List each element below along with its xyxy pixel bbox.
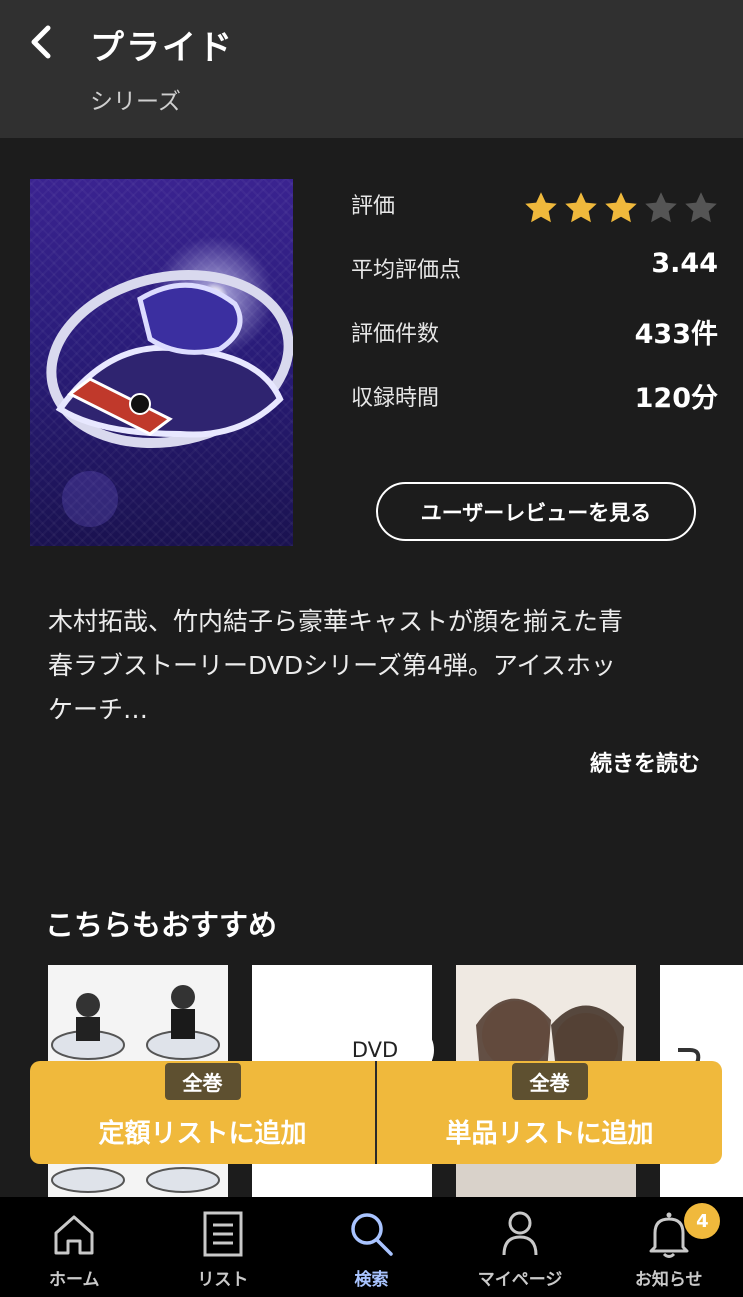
star-filled-icon [525, 192, 557, 223]
add-to-list-bar: 全巻 定額リストに追加 全巻 単品リストに追加 [30, 1061, 722, 1164]
read-more-link[interactable]: 続きを読む [590, 746, 700, 778]
description-line: 木村拓哉、竹内結子ら豪華キャストが顔を揃えた青 [48, 607, 624, 636]
hockey-logo-artwork [46, 270, 293, 527]
back-button[interactable] [22, 22, 62, 62]
duration-value: 120分 [634, 383, 718, 414]
description-line: ケーチ… [48, 695, 149, 724]
page-title: プライド [90, 28, 234, 68]
add-subscription-list-button[interactable]: 全巻 定額リストに追加 [30, 1061, 375, 1164]
star-filled-icon [565, 192, 597, 223]
star-empty-icon [685, 192, 717, 223]
average-score-label: 平均評価点 [351, 258, 462, 283]
poster-image [30, 179, 293, 546]
description-line: 春ラブストーリーDVDシリーズ第4弾。アイスホッ [48, 651, 616, 680]
all-volumes-badge: 全巻 [164, 1063, 241, 1100]
rating-label: 評価 [351, 194, 396, 219]
home-icon [54, 1215, 94, 1255]
add-single-list-label: 単品リストに追加 [445, 1119, 654, 1149]
rating-count-label: 評価件数 [351, 322, 440, 347]
add-single-list-button[interactable]: 全巻 単品リストに追加 [375, 1061, 722, 1164]
nav-label-search: 検索 [354, 1270, 389, 1290]
search-icon [351, 1213, 394, 1256]
notification-count-badge: 4 [684, 1203, 721, 1239]
user-icon [502, 1211, 538, 1256]
page-subtitle: シリーズ [90, 89, 181, 115]
rating-count-value: 433件 [634, 319, 718, 350]
nav-label-home: ホーム [49, 1270, 100, 1290]
nav-label-notifications: お知らせ [634, 1270, 703, 1290]
nav-item-home[interactable]: ホーム [0, 1197, 149, 1297]
bottom-navigation: ホーム リスト 検索 マイページ お知らせ 4 [0, 1197, 743, 1297]
average-score-value: 3.44 [651, 248, 718, 279]
all-volumes-badge: 全巻 [511, 1063, 588, 1100]
nav-item-search[interactable]: 検索 [297, 1197, 446, 1297]
chevron-left-icon [31, 25, 51, 59]
add-subscription-list-label: 定額リストに追加 [98, 1119, 307, 1149]
nav-item-notifications[interactable]: お知らせ 4 [594, 1197, 743, 1297]
nav-label-list: リスト [197, 1270, 249, 1290]
star-rating [523, 190, 719, 226]
recommend-heading: こちらもおすすめ [45, 908, 278, 942]
star-empty-icon [645, 192, 677, 223]
header-bar: プライド シリーズ [0, 0, 743, 138]
star-filled-icon [605, 192, 637, 223]
nav-item-list[interactable]: リスト [149, 1197, 298, 1297]
nav-item-mypage[interactable]: マイページ [446, 1197, 595, 1297]
description-text: 木村拓哉、竹内結子ら豪華キャストが顔を揃えた青 春ラブストーリーDVDシリーズ第… [48, 600, 703, 732]
duration-label: 収録時間 [351, 386, 440, 411]
nav-label-mypage: マイページ [477, 1270, 563, 1290]
list-icon [203, 1211, 243, 1257]
view-reviews-button[interactable]: ユーザーレビューを見る [376, 482, 696, 541]
